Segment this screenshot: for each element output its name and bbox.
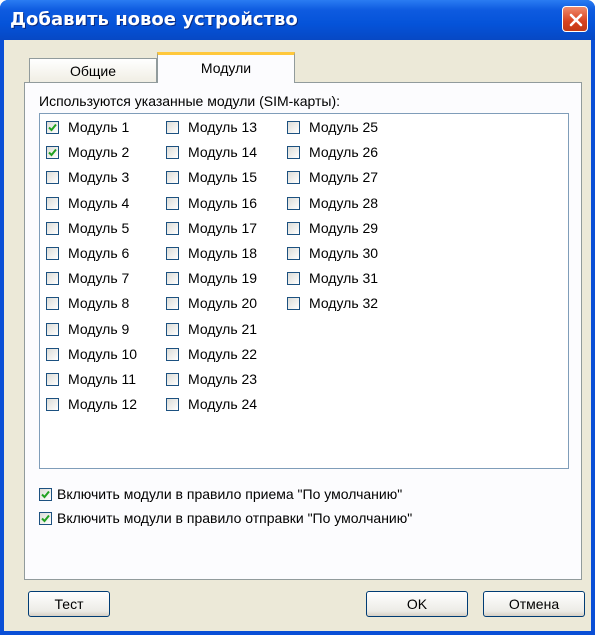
tab-modules[interactable]: Модули: [157, 52, 295, 83]
module-checkbox-label: Модуль 22: [188, 345, 258, 362]
checkbox-box[interactable]: [287, 297, 300, 311]
module-checkbox-label: Модуль 25: [309, 119, 379, 135]
test-button-label: Тест: [54, 596, 84, 612]
checkbox-box[interactable]: [166, 146, 179, 160]
include-send-rule-label: Включить модули в правило отправки "По у…: [57, 510, 413, 526]
checkbox-box[interactable]: [287, 171, 300, 185]
modules-tab-panel: Используются указанные модули (SIM-карты…: [24, 82, 582, 580]
module-checkbox-label: Модуль 31: [309, 270, 379, 287]
test-button[interactable]: Тест: [28, 591, 110, 617]
window-title: Добавить новое устройство: [10, 9, 298, 30]
modules-checklist[interactable]: Модуль 1 Модуль 2 Модуль 3 Модуль 4 Модуль 5…: [39, 113, 569, 469]
module-checkbox-label: Модуль 18: [188, 245, 258, 261]
module-checkbox-label: Модуль 17: [188, 219, 258, 236]
checkmark-icon: [48, 123, 57, 132]
checkmark-icon: [48, 149, 57, 157]
module-checkbox-label: Модуль 4: [68, 194, 130, 211]
checkbox-box[interactable]: [46, 196, 59, 210]
checkbox-box[interactable]: [287, 121, 300, 134]
modules-group-label: Используются указанные модули (SIM-карты…: [39, 93, 341, 109]
module-checkbox-label: Модуль 30: [309, 245, 379, 261]
ok-button[interactable]: OK: [366, 591, 468, 617]
module-checkbox-label: Модуль 5: [68, 219, 130, 236]
checkbox-box[interactable]: [46, 398, 59, 412]
tab-general-label: Общие: [69, 63, 117, 79]
checkbox-box[interactable]: [166, 297, 179, 311]
ok-button-label: OK: [406, 596, 428, 612]
module-checkbox-label: Модуль 3: [68, 169, 130, 186]
checkbox-box[interactable]: [287, 247, 300, 260]
module-checkbox-label: Модуль 20: [188, 295, 258, 312]
checkbox-box[interactable]: [166, 322, 179, 336]
checkbox-box[interactable]: [46, 171, 59, 185]
module-checkbox-label: Модуль 7: [68, 270, 130, 287]
module-checkbox-label: Модуль 2: [68, 144, 130, 161]
cancel-button[interactable]: Отмена: [483, 591, 585, 617]
module-checkbox-label: Модуль 15: [188, 169, 258, 186]
checkbox-box[interactable]: [46, 373, 59, 386]
checkbox-box[interactable]: [46, 221, 59, 235]
checkbox-box[interactable]: [166, 373, 179, 386]
dialog-window: Добавить новое устройство Общие Модули И…: [0, 0, 595, 635]
checkbox-box[interactable]: [166, 196, 179, 210]
include-receive-rule-label: Включить модули в правило приема "По умо…: [57, 486, 403, 502]
module-checkbox-label: Модуль 1: [68, 119, 130, 135]
checkbox-box[interactable]: [46, 347, 59, 361]
checkbox-box[interactable]: [166, 221, 179, 235]
module-checkbox-label: Модуль 8: [68, 295, 130, 312]
module-checkbox-label: Модуль 27: [309, 169, 379, 186]
module-checkbox-label: Модуль 21: [188, 320, 258, 337]
module-checkbox-label: Модуль 9: [68, 320, 130, 337]
close-button[interactable]: [562, 6, 588, 32]
title-bar[interactable]: Добавить новое устройство: [0, 0, 595, 40]
checkbox-box[interactable]: [46, 121, 59, 134]
checkbox-box[interactable]: [46, 247, 59, 260]
module-checkbox-label: Модуль 12: [68, 396, 138, 413]
checkbox-box[interactable]: [46, 146, 59, 160]
checkbox-box[interactable]: [287, 146, 300, 160]
module-checkbox-label: Модуль 6: [68, 245, 130, 261]
checkbox-box[interactable]: [46, 297, 59, 311]
module-checkbox-label: Модуль 32: [309, 295, 379, 312]
checkbox-box[interactable]: [166, 398, 179, 412]
module-checkbox-label: Модуль 14: [188, 144, 258, 161]
checkbox-box[interactable]: [166, 347, 179, 361]
module-checkbox-label: Модуль 16: [188, 194, 258, 211]
module-checkbox-label: Модуль 29: [309, 219, 379, 236]
cancel-button-label: Отмена: [508, 596, 560, 612]
module-checkbox-label: Модуль 28: [309, 194, 379, 211]
checkbox-box[interactable]: [166, 121, 179, 134]
checkbox-box[interactable]: [166, 171, 179, 185]
checkbox-box[interactable]: [287, 196, 300, 210]
checkbox-box[interactable]: [46, 322, 59, 336]
close-icon: [569, 13, 583, 27]
tab-general[interactable]: Общие: [29, 58, 157, 82]
module-checkbox-label: Модуль 24: [188, 396, 258, 413]
checkbox-box[interactable]: [166, 247, 179, 260]
checkbox-box[interactable]: [39, 488, 52, 501]
module-checkbox-label: Модуль 19: [188, 270, 258, 287]
tab-modules-label: Модули: [200, 60, 252, 76]
checkbox-box[interactable]: [39, 512, 52, 525]
checkbox-box[interactable]: [287, 272, 300, 286]
module-checkbox-label: Модуль 13: [188, 119, 258, 135]
checkbox-box[interactable]: [287, 221, 300, 235]
checkbox-box[interactable]: [46, 272, 59, 286]
checkbox-box[interactable]: [166, 272, 179, 286]
module-checkbox-label: Модуль 26: [309, 144, 379, 161]
checkmark-icon: [41, 514, 50, 523]
dialog-client-area: Общие Модули Используются указанные моду…: [4, 40, 591, 631]
checkmark-icon: [41, 490, 50, 499]
module-checkbox-label: Модуль 11: [68, 371, 137, 387]
module-checkbox-label: Модуль 10: [68, 345, 138, 362]
module-checkbox-label: Модуль 23: [188, 371, 258, 387]
